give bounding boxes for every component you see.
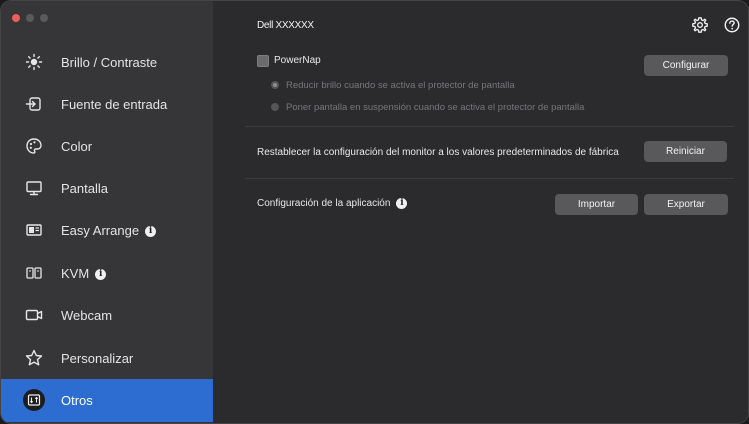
- gear-icon[interactable]: [691, 16, 709, 34]
- main-panel: Dell XXXXXX PowerNap Configurar Reducir …: [213, 1, 748, 423]
- brightness-icon: [25, 53, 43, 71]
- sidebar-item-brightness-contrast[interactable]: Brillo / Contraste: [1, 41, 213, 83]
- sidebar-item-label: Pantalla: [61, 180, 108, 196]
- minimize-window-button[interactable]: [26, 14, 34, 22]
- sidebar-item-input-source[interactable]: Fuente de entrada: [1, 83, 213, 125]
- sleep-display-radio[interactable]: [271, 103, 279, 111]
- close-window-button[interactable]: [12, 14, 20, 22]
- sidebar-item-label-text: Easy Arrange: [61, 222, 140, 238]
- sidebar-item-label: Webcam: [61, 307, 113, 323]
- window-controls: [12, 14, 48, 22]
- sidebar-item-personalize[interactable]: Personalizar: [1, 337, 213, 379]
- window-title: Dell XXXXXX: [257, 20, 314, 31]
- app-config-label: Configuración de la aplicación i: [257, 198, 408, 210]
- sidebar-item-label: Easy Arrange i: [61, 222, 157, 238]
- powernap-label: PowerNap: [274, 55, 321, 66]
- dim-brightness-option-label: Reducir brillo cuando se activa el prote…: [286, 80, 515, 91]
- reset-button[interactable]: Reiniciar: [644, 141, 727, 162]
- sidebar-item-label: KVM i: [61, 265, 107, 281]
- display-icon: [26, 181, 42, 196]
- sleep-display-option-label: Poner pantalla en suspensión cuando se a…: [286, 102, 585, 113]
- divider: [245, 178, 734, 179]
- sidebar-item-label: Otros: [61, 393, 93, 408]
- sidebar-item-label: Color: [61, 138, 93, 154]
- sidebar-item-label-text: KVM: [61, 265, 90, 281]
- app-config-label-text: Configuración de la aplicación: [257, 198, 391, 210]
- app-window: Brillo / Contraste Fuente de entrada Col…: [1, 1, 748, 423]
- export-button[interactable]: Exportar: [644, 194, 728, 215]
- configure-button[interactable]: Configurar: [644, 55, 728, 76]
- help-icon[interactable]: [723, 16, 741, 34]
- factory-reset-label: Restablecer la configuración del monitor…: [257, 147, 619, 158]
- star-icon: [25, 349, 43, 366]
- sidebar-item-label: Brillo / Contraste: [61, 54, 158, 70]
- info-icon[interactable]: i: [145, 225, 157, 237]
- import-button[interactable]: Importar: [555, 194, 638, 215]
- easy-arrange-icon: [26, 224, 42, 236]
- sidebar-item-easy-arrange[interactable]: Easy Arrange i: [1, 209, 213, 251]
- powernap-checkbox[interactable]: [257, 55, 269, 67]
- webcam-icon: [25, 309, 43, 321]
- divider: [245, 126, 734, 127]
- sidebar-item-color[interactable]: Color: [1, 125, 213, 167]
- sidebar-item-others[interactable]: Otros: [1, 379, 213, 422]
- sidebar-item-kvm[interactable]: KVM i: [1, 252, 213, 294]
- sidebar-item-webcam[interactable]: Webcam: [1, 294, 213, 336]
- sidebar-item-display[interactable]: Pantalla: [1, 167, 213, 209]
- input-source-icon: [25, 97, 41, 111]
- color-palette-icon: [26, 138, 42, 154]
- dim-brightness-radio[interactable]: [271, 81, 279, 89]
- info-icon[interactable]: i: [95, 268, 107, 280]
- sidebar-item-label: Fuente de entrada: [61, 96, 168, 112]
- kvm-icon: [26, 267, 42, 279]
- info-icon[interactable]: i: [396, 198, 408, 209]
- others-icon: [27, 394, 41, 406]
- sidebar: Brillo / Contraste Fuente de entrada Col…: [1, 1, 213, 423]
- zoom-window-button[interactable]: [40, 14, 48, 22]
- sidebar-item-label: Personalizar: [61, 350, 134, 366]
